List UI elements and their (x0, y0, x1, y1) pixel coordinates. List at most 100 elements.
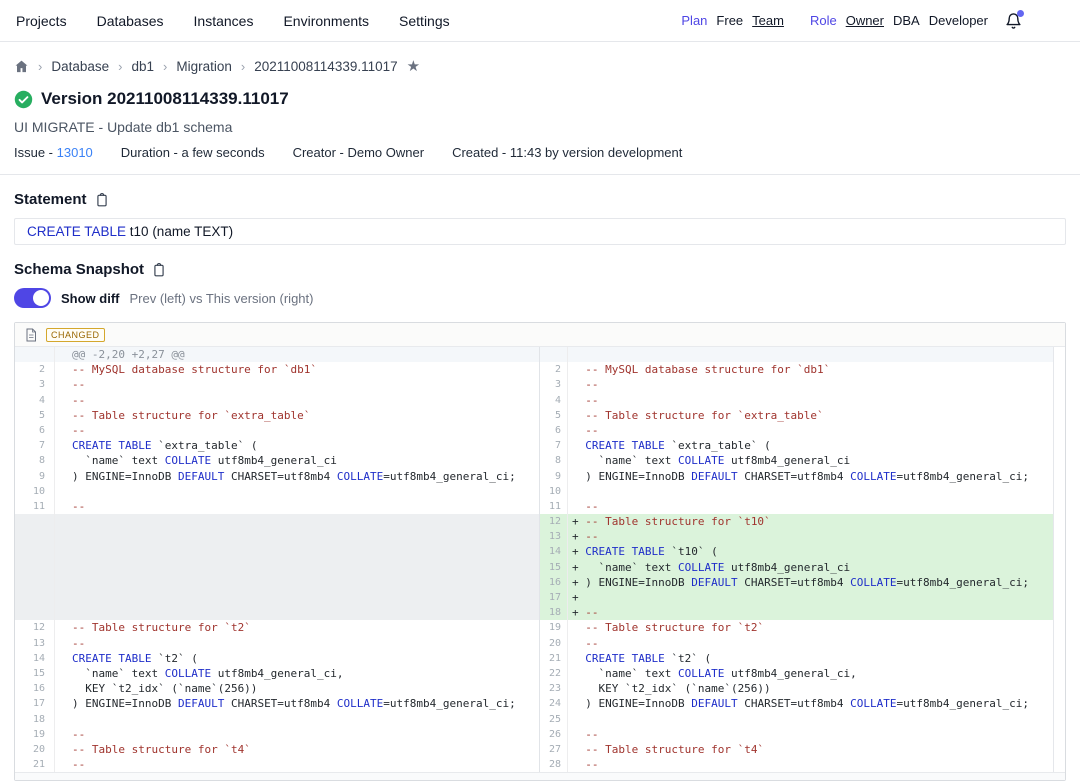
line-number: 4 (15, 393, 55, 408)
diff-context-row: 3-- (15, 377, 539, 392)
diff-context-row: 7 CREATE TABLE `extra_table` ( (540, 438, 1065, 453)
role-items: OwnerDBADeveloper (846, 13, 988, 28)
copy-snapshot-icon[interactable] (152, 262, 166, 278)
nav-item-instances[interactable]: Instances (194, 13, 254, 29)
line-number (540, 347, 568, 362)
diff-spacer-row (15, 560, 539, 575)
home-icon[interactable] (14, 59, 29, 74)
line-number: 9 (540, 469, 568, 484)
line-number: 10 (540, 484, 568, 499)
line-number: 21 (540, 651, 568, 666)
diff-added-row: 16+ ) ENGINE=InnoDB DEFAULT CHARSET=utf8… (540, 575, 1065, 590)
code-line: -- MySQL database structure for `db1` (55, 362, 317, 377)
diff-context-row: 16 KEY `t2_idx` (`name`(256)) (15, 681, 539, 696)
line-number: 5 (540, 408, 568, 423)
diff-context-row: 20-- Table structure for `t4` (15, 742, 539, 757)
breadcrumb-item-migration[interactable]: Migration (176, 59, 232, 74)
code-line: -- Table structure for `t4` (55, 742, 251, 757)
line-number: 5 (15, 408, 55, 423)
diff-spacer-row (15, 575, 539, 590)
code-line (568, 712, 585, 727)
breadcrumb-item-20211008114339.11017[interactable]: 20211008114339.11017 (254, 59, 397, 74)
diff-context-row: 11 -- (540, 499, 1065, 514)
show-diff-toggle[interactable] (14, 288, 51, 308)
diff-context-row: 21 CREATE TABLE `t2` ( (540, 651, 1065, 666)
line-number: 16 (540, 575, 568, 590)
avatar[interactable]: DO (1037, 7, 1064, 34)
changed-badge: CHANGED (46, 328, 105, 342)
plan-option-team[interactable]: Team (752, 13, 784, 28)
nav-item-projects[interactable]: Projects (16, 13, 67, 29)
notification-bell-button[interactable] (1005, 12, 1022, 30)
plan-label: Plan (681, 13, 707, 28)
code-line: -- (568, 727, 599, 742)
line-number (15, 560, 55, 575)
diff-context-row: 6-- (15, 423, 539, 438)
breadcrumb-item-database[interactable]: Database (51, 59, 109, 74)
diff-added-row: 13+ -- (540, 529, 1065, 544)
snapshot-heading: Schema Snapshot (14, 261, 144, 278)
line-number: 24 (540, 696, 568, 711)
diff-context-row: 28 -- (540, 757, 1065, 772)
line-number: 19 (540, 620, 568, 635)
page-title: Version 20211008114339.11017 (41, 89, 289, 109)
nav-item-databases[interactable]: Databases (97, 13, 164, 29)
code-line: -- Table structure for `t4` (568, 742, 764, 757)
breadcrumb-separator: › (163, 59, 167, 74)
code-line: -- (55, 499, 85, 514)
diff-added-row: 12+ -- Table structure for `t10` (540, 514, 1065, 529)
diff-context-row: 10 (15, 484, 539, 499)
horizontal-scrollbar-track[interactable] (15, 772, 1065, 780)
diff-spacer-row (15, 529, 539, 544)
diff-context-row: 23 KEY `t2_idx` (`name`(256)) (540, 681, 1065, 696)
code-line: `name` text COLLATE utf8mb4_general_ci, (55, 666, 344, 681)
meta-item: Created - 11:43 by version development (452, 145, 682, 160)
code-line: + -- (568, 529, 599, 544)
breadcrumb-item-db1[interactable]: db1 (131, 59, 154, 74)
diff-context-row: 24 ) ENGINE=InnoDB DEFAULT CHARSET=utf8m… (540, 696, 1065, 711)
meta-row: Issue - 13010Duration - a few secondsCre… (14, 145, 1066, 160)
topnav-right: Plan FreeTeam Role OwnerDBADeveloper DO (681, 7, 1064, 34)
star-icon[interactable]: ★ (407, 57, 420, 75)
statement-heading: Statement (14, 191, 87, 208)
line-number: 2 (15, 362, 55, 377)
diff-context-row: 9) ENGINE=InnoDB DEFAULT CHARSET=utf8mb4… (15, 469, 539, 484)
meta-item: Creator - Demo Owner (293, 145, 424, 160)
breadcrumb: ›Database›db1›Migration›20211008114339.1… (14, 57, 1066, 75)
diff-added-row: 14+ CREATE TABLE `t10` ( (540, 544, 1065, 559)
diff-spacer-row (15, 514, 539, 529)
plan-items: FreeTeam (716, 13, 784, 28)
snapshot-heading-row: Schema Snapshot (14, 261, 1066, 278)
line-number: 10 (15, 484, 55, 499)
diff-hunk-row: @@ -2,20 +2,27 @@ (15, 347, 539, 362)
diff-context-row: 26 -- (540, 727, 1065, 742)
diff-context-row: 10 (540, 484, 1065, 499)
diff-context-row: 20 -- (540, 636, 1065, 651)
line-number: 8 (540, 453, 568, 468)
line-number: 8 (15, 453, 55, 468)
statement-sql: CREATE TABLE t10 (name TEXT) (27, 224, 233, 239)
line-number: 23 (540, 681, 568, 696)
diff-context-row: 13-- (15, 636, 539, 651)
line-number: 17 (15, 696, 55, 711)
nav-item-settings[interactable]: Settings (399, 13, 450, 29)
diff-context-row: 4 -- (540, 393, 1065, 408)
role-option-owner[interactable]: Owner (846, 13, 884, 28)
nav-item-environments[interactable]: Environments (283, 13, 369, 29)
line-number: 28 (540, 757, 568, 772)
statement-box[interactable]: CREATE TABLE t10 (name TEXT) (14, 218, 1066, 245)
issue-link[interactable]: 13010 (57, 145, 93, 160)
top-nav: Projects Databases Instances Environments Se… (0, 0, 1080, 42)
meta-item: Issue - 13010 (14, 145, 93, 160)
line-number: 18 (15, 712, 55, 727)
diff-context-row: 19-- (15, 727, 539, 742)
diff-context-row: 4-- (15, 393, 539, 408)
diff-pane-current[interactable]: 2 -- MySQL database structure for `db1`3… (540, 347, 1065, 772)
copy-statement-icon[interactable] (95, 192, 109, 208)
line-number: 26 (540, 727, 568, 742)
code-line: CREATE TABLE `extra_table` ( (55, 438, 257, 453)
diff-pane-previous[interactable]: @@ -2,20 +2,27 @@2-- MySQL database stru… (15, 347, 540, 772)
breadcrumb-separator: › (118, 59, 122, 74)
line-number: 15 (15, 666, 55, 681)
diff-context-row: 15 `name` text COLLATE utf8mb4_general_c… (15, 666, 539, 681)
